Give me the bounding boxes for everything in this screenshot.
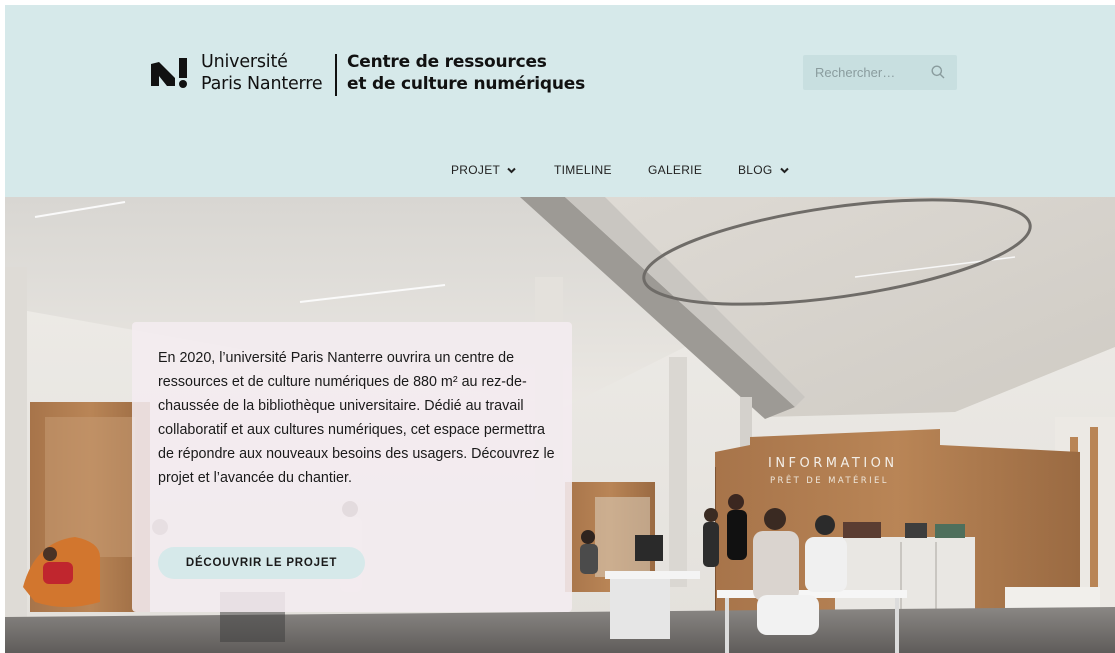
university-name-line2: Paris Nanterre	[201, 74, 323, 94]
nanterre-logo-mark-icon	[151, 58, 187, 88]
centre-name: Centre de ressources et de culture numér…	[347, 51, 585, 95]
search-icon[interactable]	[931, 65, 945, 79]
site-header: Université Paris Nanterre Centre de ress…	[5, 5, 1115, 197]
search-input[interactable]	[803, 55, 923, 90]
search-box	[803, 55, 957, 90]
nav-item-blog[interactable]: BLOG	[738, 163, 789, 177]
nav-item-label: PROJET	[451, 163, 501, 177]
university-name-line1: Université	[201, 52, 288, 72]
centre-name-line1: Centre de ressources	[347, 52, 547, 72]
site-logo[interactable]: Université Paris Nanterre Centre de ress…	[151, 51, 591, 103]
chevron-down-icon	[507, 167, 516, 173]
logo-divider	[335, 54, 337, 96]
nav-item-galerie[interactable]: GALERIE	[648, 163, 702, 177]
nav-item-label: BLOG	[738, 163, 773, 177]
university-name: Université Paris Nanterre	[201, 51, 323, 95]
nav-item-label: TIMELINE	[554, 163, 612, 177]
nav-item-label: GALERIE	[648, 163, 703, 177]
hero-card: En 2020, l’université Paris Nanterre ouv…	[132, 322, 572, 612]
discover-project-button[interactable]: DÉCOUVRIR LE PROJET	[158, 547, 365, 579]
nav-item-projet[interactable]: PROJET	[451, 163, 516, 177]
nav-item-timeline[interactable]: TIMELINE	[554, 163, 612, 177]
scene-information-subsign: PRÊT DE MATÉRIEL	[770, 476, 889, 486]
scene-information-sign: INFORMATION	[768, 456, 898, 471]
hero-description: En 2020, l’université Paris Nanterre ouv…	[158, 350, 555, 486]
hero-section: INFORMATION PRÊT DE MATÉRIEL En 2020, l’…	[5, 197, 1115, 653]
chevron-down-icon	[779, 167, 789, 173]
centre-name-line2: et de culture numériques	[347, 74, 586, 94]
